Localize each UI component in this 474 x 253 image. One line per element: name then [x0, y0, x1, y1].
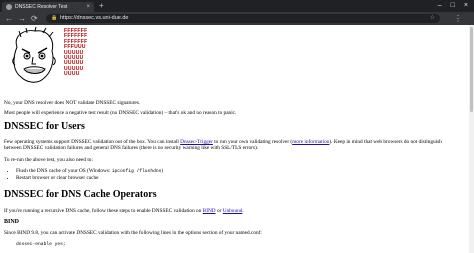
browser-toolbar: ← → ⟳ 🔒 https://dnssec.vs.uni-due.de ☆ ⋮: [0, 12, 474, 25]
operators-paragraph: If you're running a recursive DNS cache,…: [4, 208, 244, 214]
list-item: Flush the DNS cache of your OS (Windows:…: [16, 168, 163, 175]
bind-config-code: dnssec-enable yes;: [16, 242, 66, 247]
browser-menu-button[interactable]: ⋮: [454, 13, 462, 24]
more-information-link[interactable]: more information: [292, 139, 329, 145]
unbound-link[interactable]: Unbound: [223, 208, 243, 214]
reload-button[interactable]: ⟳: [31, 13, 38, 24]
scrollbar-thumb[interactable]: [470, 27, 473, 112]
browser-titlebar: DNSSEC Resolver Test × + – □ ×: [0, 0, 474, 12]
fuuu-caption: FFFFFFF FFFFFFF FFFFFFF FFFUUU UUUUU UUU…: [64, 28, 87, 78]
back-button[interactable]: ←: [5, 13, 13, 24]
bind-link[interactable]: BIND: [203, 208, 216, 214]
operators-text-c: .: [242, 208, 244, 214]
users-paragraph-line2: between DNSSEC validation failures and g…: [4, 145, 259, 151]
maximize-button[interactable]: □: [451, 0, 455, 12]
bookmark-star-icon[interactable]: ☆: [430, 14, 435, 23]
new-tab-button[interactable]: +: [99, 1, 104, 11]
tab-close-icon[interactable]: ×: [86, 2, 90, 12]
window-controls: – □ ×: [438, 0, 472, 12]
fuuu-line: UUUU: [64, 71, 80, 78]
address-url[interactable]: https://dnssec.vs.uni-due.de: [60, 14, 128, 23]
flush-cache-text: Flush the DNS cache of your OS (Windows:: [16, 168, 112, 174]
flush-cache-text-end: ): [161, 168, 164, 174]
bind-paragraph: Since BIND 9.8, you can activate DNSSEC …: [4, 230, 262, 236]
operators-text-b: or: [215, 208, 223, 214]
minimize-button[interactable]: –: [438, 0, 442, 12]
window-close-button[interactable]: ×: [464, 0, 468, 12]
flushdns-command: ipconfig /flushdns: [111, 169, 162, 174]
forward-button[interactable]: →: [18, 13, 26, 24]
bind-heading: BIND: [4, 219, 20, 225]
rerun-steps-list: Flush the DNS cache of your OS (Windows:…: [4, 168, 163, 181]
operators-heading: DNSSEC for DNS Cache Operators: [4, 189, 157, 200]
tab-title: DNSSEC Resolver Test: [15, 4, 68, 10]
lock-icon: 🔒: [51, 15, 58, 21]
rerun-intro: To re-run the above test, you also need …: [4, 157, 93, 163]
globe-icon: [6, 4, 12, 10]
list-item: Restart browser or clear browser cache: [16, 175, 163, 181]
page-scrollbar[interactable]: [469, 25, 474, 253]
users-text-c: ). Keep in mind that web browsers do not…: [329, 139, 442, 145]
test-result-text: No, your DNS resolver does NOT validate …: [4, 100, 141, 106]
page-content: FFFFFFF FFFFFFF FFFFFFF FFFUUU UUUUU UUU…: [0, 25, 474, 253]
users-heading: DNSSEC for Users: [4, 121, 85, 132]
intro-note: Most people will experience a negative t…: [4, 110, 237, 116]
operators-text-a: If you're running a recursive DNS cache,…: [4, 208, 203, 214]
address-bar[interactable]: 🔒 https://dnssec.vs.uni-due.de ☆: [46, 14, 440, 23]
rage-face-image: [12, 27, 56, 83]
browser-tab[interactable]: DNSSEC Resolver Test ×: [2, 2, 94, 12]
